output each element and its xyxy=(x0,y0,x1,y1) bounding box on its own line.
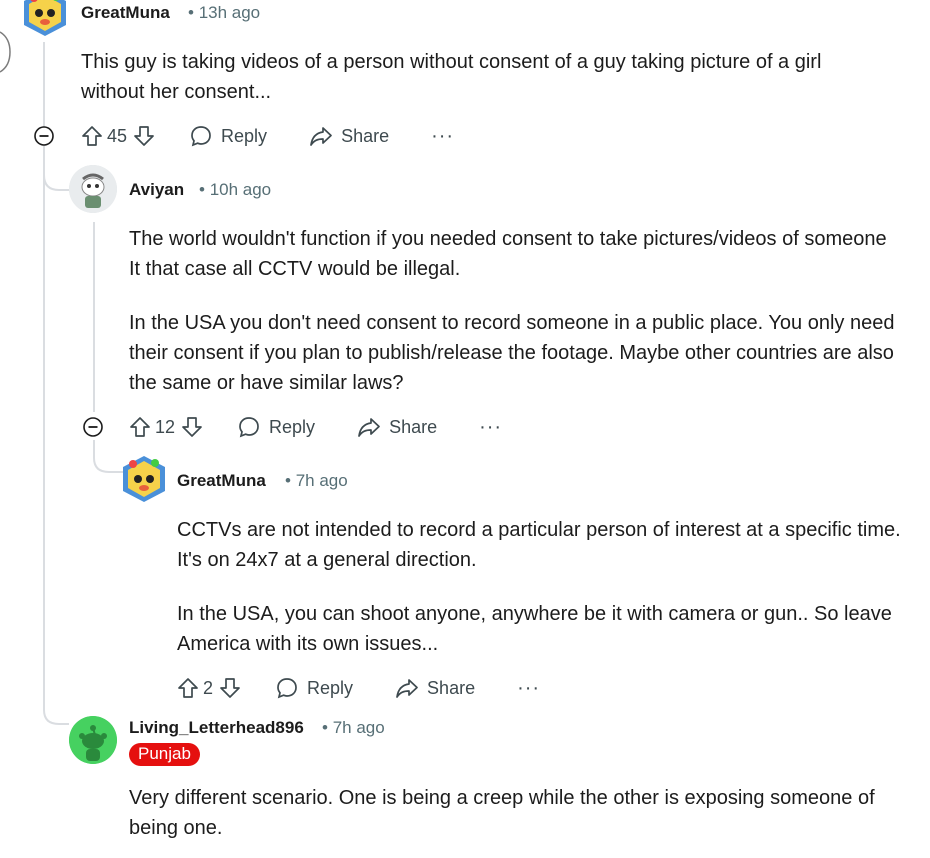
comment-body-line: without her consent... xyxy=(81,81,272,103)
username[interactable]: GreatMuna xyxy=(177,471,266,491)
downvote-button[interactable] xyxy=(181,416,203,438)
comment-body-line: This guy is taking videos of a person wi… xyxy=(81,51,822,73)
username[interactable]: GreatMuna xyxy=(81,3,170,23)
comment-body-line: In the USA, you can shoot anyone, anywhe… xyxy=(177,603,892,625)
timestamp: 10h ago xyxy=(209,180,272,199)
upvote-button[interactable] xyxy=(177,677,199,699)
comment-time: • 7h ago xyxy=(285,471,348,490)
share-label: Share xyxy=(341,125,390,146)
upvote-icon xyxy=(130,417,150,437)
share-arrow-icon xyxy=(396,679,418,698)
comment-body-line: the same or have similar laws? xyxy=(129,372,404,394)
user-flair-badge: Punjab xyxy=(129,743,200,766)
upvote-icon xyxy=(178,678,198,698)
thread-line-child xyxy=(93,222,95,412)
comment-body-line: being one. xyxy=(129,817,223,839)
downvote-icon xyxy=(134,126,154,146)
share-arrow-icon xyxy=(358,418,380,437)
comment-body-line: It's on 24x7 at a general direction. xyxy=(177,549,477,571)
collapse-thread-icon[interactable] xyxy=(34,126,54,146)
collapse-thread-icon[interactable] xyxy=(83,417,103,437)
avatar[interactable] xyxy=(69,165,117,213)
share-button[interactable]: Share xyxy=(357,416,437,438)
comment-body-line: Very different scenario. One is being a … xyxy=(129,787,875,809)
vote-count: 45 xyxy=(107,125,128,146)
avatar[interactable] xyxy=(119,454,169,504)
reply-label: Reply xyxy=(221,125,268,146)
avatar[interactable] xyxy=(20,0,70,38)
comment-body-line: America with its own issues... xyxy=(177,633,439,655)
username[interactable]: Aviyan xyxy=(129,180,184,200)
upvote-button[interactable] xyxy=(81,125,103,147)
reply-label: Reply xyxy=(269,416,316,437)
vote-count: 2 xyxy=(203,677,214,698)
reply-button[interactable]: Reply xyxy=(189,124,267,148)
comment-actions: 45 Reply Share ··· xyxy=(81,119,454,153)
timestamp: 7h ago xyxy=(295,471,348,490)
comment-body-line: CCTVs are not intended to record a parti… xyxy=(177,519,901,541)
downvote-icon xyxy=(220,678,240,698)
comment-bubble-icon xyxy=(239,417,259,438)
parent-collapse-partial xyxy=(0,31,11,73)
comment-body-line: The world wouldn't function if you neede… xyxy=(129,228,887,250)
comment-actions: 12 Reply Share ··· xyxy=(129,410,502,444)
comment-time: • 13h ago xyxy=(188,3,261,22)
vote-count: 12 xyxy=(155,416,176,437)
more-options-button[interactable]: ··· xyxy=(479,416,502,439)
more-options-button[interactable]: ··· xyxy=(517,677,540,700)
downvote-button[interactable] xyxy=(133,125,155,147)
comment-time: • 10h ago xyxy=(199,180,272,199)
share-button[interactable]: Share xyxy=(395,677,475,699)
comment-bubble-icon xyxy=(277,678,297,699)
more-options-button[interactable]: ··· xyxy=(431,125,454,148)
comment-body-line: In the USA you don't need consent to rec… xyxy=(129,312,895,334)
comment-actions: 2 Reply Share ··· xyxy=(177,671,540,705)
timestamp: 13h ago xyxy=(198,3,261,22)
share-label: Share xyxy=(427,677,476,698)
reply-label: Reply xyxy=(307,677,354,698)
downvote-icon xyxy=(182,417,202,437)
comment-body-line: their consent if you plan to publish/rel… xyxy=(129,342,894,364)
share-arrow-icon xyxy=(310,127,332,146)
comment-time: • 7h ago xyxy=(322,718,385,737)
share-label: Share xyxy=(389,416,438,437)
timestamp: 7h ago xyxy=(332,718,385,737)
comment-bubble-icon xyxy=(191,126,211,147)
share-button[interactable]: Share xyxy=(309,125,389,147)
avatar[interactable] xyxy=(69,716,117,764)
comment-body-line: It that case all CCTV would be illegal. xyxy=(129,258,461,280)
upvote-icon xyxy=(82,126,102,146)
downvote-button[interactable] xyxy=(219,677,241,699)
username[interactable]: Living_Letterhead896 xyxy=(129,718,304,738)
reply-button[interactable]: Reply xyxy=(237,415,315,439)
reply-button[interactable]: Reply xyxy=(275,676,353,700)
upvote-button[interactable] xyxy=(129,416,151,438)
